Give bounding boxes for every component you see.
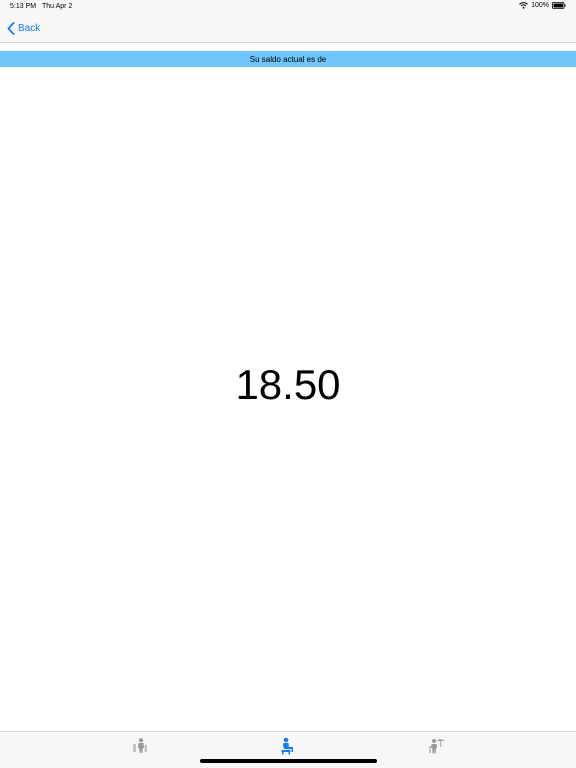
chevron-left-icon bbox=[7, 21, 15, 35]
person-sitting-icon bbox=[279, 737, 297, 755]
status-time: 5:13 PM bbox=[10, 3, 37, 10]
wifi-icon bbox=[519, 2, 528, 9]
status-bar: 5:13 PM Thu Apr 2 100% bbox=[0, 0, 576, 14]
battery-percent: 100% bbox=[531, 2, 549, 9]
back-button[interactable]: Back bbox=[7, 20, 40, 36]
status-indicators: 100% bbox=[519, 2, 566, 9]
navigation-bar: Back bbox=[0, 14, 576, 43]
tab-people[interactable] bbox=[131, 737, 149, 755]
balance-amount: 18.50 bbox=[235, 361, 341, 408]
status-date: Thu Apr 2 bbox=[42, 3, 73, 10]
person-umbrella-icon bbox=[428, 737, 446, 755]
balance-banner: Su saldo actual es de bbox=[0, 51, 576, 67]
people-icon bbox=[131, 737, 149, 755]
back-label: Back bbox=[18, 22, 41, 34]
home-indicator bbox=[200, 759, 377, 763]
battery-icon bbox=[552, 2, 566, 9]
tab-balance[interactable] bbox=[279, 737, 297, 755]
balance-banner-text: Su saldo actual es de bbox=[249, 54, 327, 64]
tab-umbrella[interactable] bbox=[428, 737, 446, 755]
